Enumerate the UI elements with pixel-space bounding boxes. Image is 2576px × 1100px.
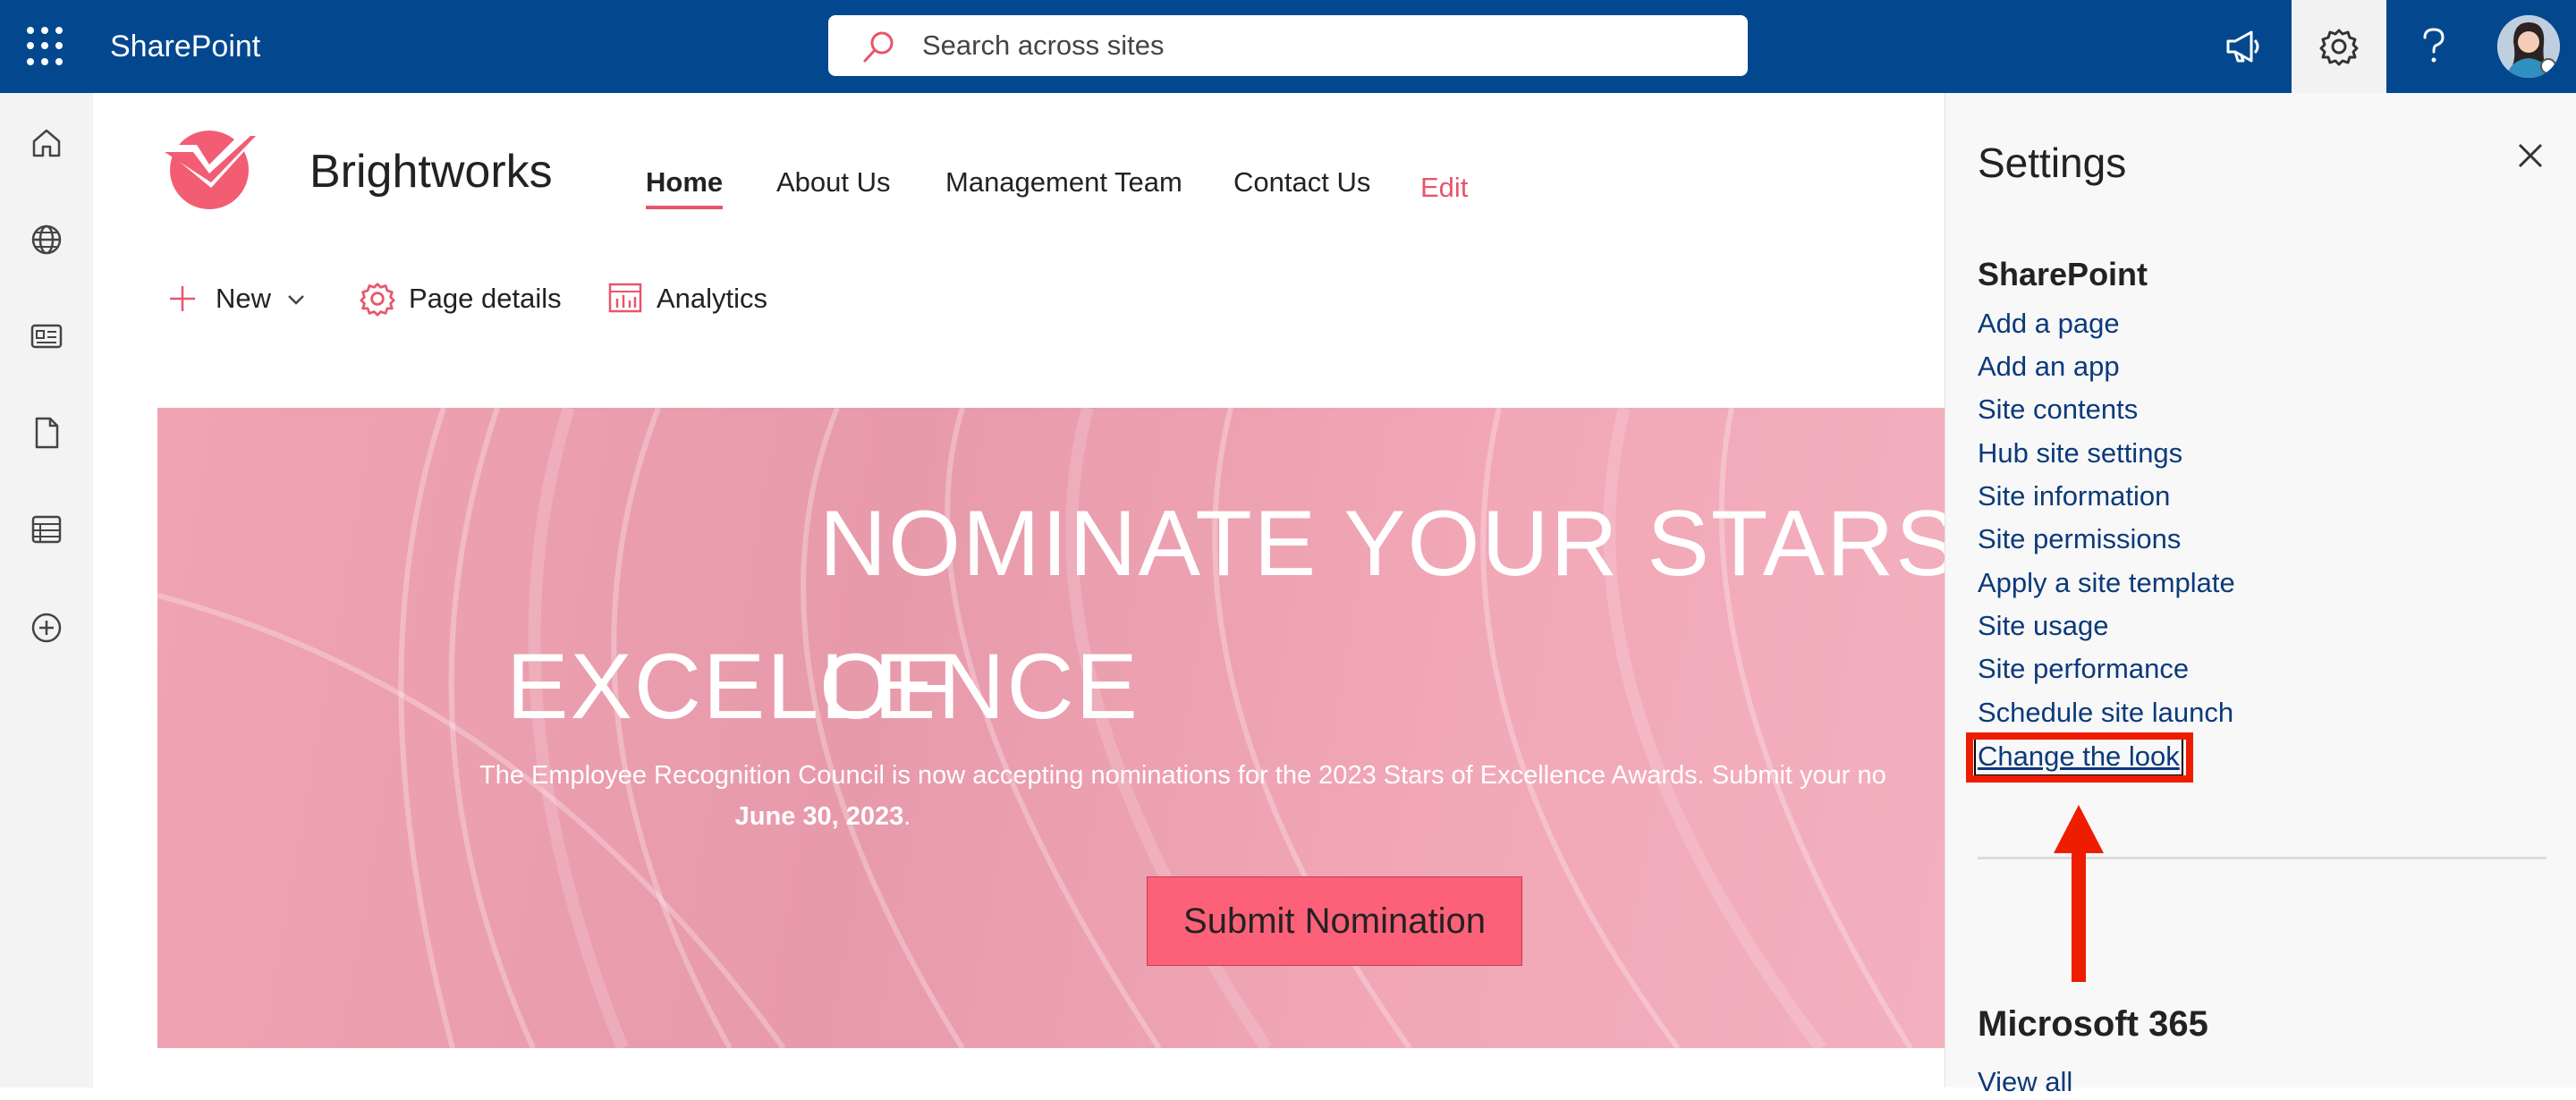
site-performance-link[interactable]: Site performance — [1978, 651, 2189, 687]
hero-deadline-period: . — [903, 802, 911, 831]
add-a-page-link[interactable]: Add a page — [1978, 306, 2120, 342]
megaphone-icon — [2226, 30, 2259, 63]
hero-banner: NOMINATE YOUR STARS OF EXCELLENCE The Em… — [157, 408, 1946, 1048]
help-icon — [2423, 28, 2445, 63]
nav-active-indicator — [646, 206, 723, 209]
left-app-bar — [0, 93, 93, 1087]
highlight-box — [1966, 732, 2193, 783]
help-button[interactable] — [2386, 0, 2481, 93]
hero-deadline-date: June 30, 2023 — [734, 802, 904, 831]
view-all-link[interactable]: View all — [1978, 1064, 2072, 1100]
home-icon[interactable] — [29, 125, 64, 161]
app-name[interactable]: SharePoint — [110, 27, 260, 66]
avatar[interactable] — [2497, 15, 2560, 78]
add-an-app-link[interactable]: Add an app — [1978, 349, 2120, 385]
file-icon[interactable] — [29, 415, 64, 451]
site-contents-link[interactable]: Site contents — [1978, 392, 2138, 427]
suite-header: SharePoint Search across sites — [0, 0, 2576, 93]
plus-icon — [170, 286, 195, 311]
analytics-button[interactable]: Analytics — [657, 281, 767, 317]
gear-icon — [360, 283, 395, 317]
hero-deadline: June 30, 2023. — [157, 796, 1488, 837]
news-icon[interactable] — [29, 318, 64, 354]
hub-site-settings-link[interactable]: Hub site settings — [1978, 436, 2182, 471]
list-icon[interactable] — [29, 512, 64, 547]
close-icon[interactable] — [2512, 138, 2548, 173]
settings-panel: Settings SharePoint Add a page Add an ap… — [1945, 93, 2576, 1097]
hero-title-line2: EXCELLENCE — [506, 635, 1140, 739]
site-logo[interactable] — [157, 125, 263, 211]
submit-nomination-button[interactable]: Submit Nomination — [1147, 876, 1522, 966]
settings-button[interactable] — [2292, 0, 2386, 93]
site-permissions-link[interactable]: Site permissions — [1978, 521, 2181, 557]
search-placeholder: Search across sites — [922, 30, 1165, 61]
nav-about-us[interactable]: About Us — [776, 165, 891, 200]
feedback-button[interactable] — [2197, 0, 2292, 93]
analytics-icon — [608, 283, 642, 313]
settings-panel-title: Settings — [1978, 140, 2127, 186]
arrow-icon — [2054, 805, 2104, 982]
hero-description: The Employee Recognition Council is now … — [479, 761, 1886, 790]
chevron-down-icon[interactable] — [286, 290, 306, 309]
search-input[interactable]: Search across sites — [828, 15, 1748, 76]
site-information-link[interactable]: Site information — [1978, 478, 2170, 514]
page-details-button[interactable]: Page details — [409, 281, 562, 317]
gear-icon — [2319, 29, 2359, 66]
site-title[interactable]: Brightworks — [309, 143, 553, 200]
nav-contact-us[interactable]: Contact Us — [1233, 165, 1370, 200]
new-button[interactable]: New — [216, 281, 271, 317]
globe-icon[interactable] — [29, 222, 64, 258]
apply-site-template-link[interactable]: Apply a site template — [1978, 565, 2235, 601]
nav-edit-link[interactable]: Edit — [1420, 170, 1468, 206]
app-launcher-icon[interactable] — [27, 27, 66, 66]
schedule-site-launch-link[interactable]: Schedule site launch — [1978, 695, 2233, 731]
nav-home[interactable]: Home — [646, 165, 723, 200]
microsoft-365-section-title: Microsoft 365 — [1978, 1004, 2208, 1044]
add-icon[interactable] — [29, 610, 64, 646]
search-icon — [863, 31, 894, 63]
nav-management-team[interactable]: Management Team — [945, 165, 1182, 200]
site-usage-link[interactable]: Site usage — [1978, 608, 2109, 644]
sharepoint-section-title: SharePoint — [1978, 256, 2148, 292]
